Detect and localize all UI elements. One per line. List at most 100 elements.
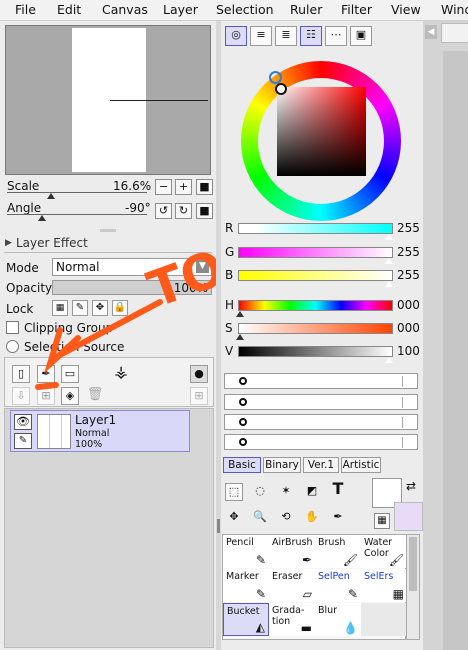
splitter-grip[interactable] bbox=[217, 519, 220, 533]
tab-basic[interactable]: Basic bbox=[223, 457, 261, 473]
saturation-value: 000 bbox=[397, 321, 420, 335]
magic-wand-icon[interactable]: ✶ bbox=[277, 483, 295, 501]
brush-dot-icon bbox=[239, 438, 247, 446]
brush-cell[interactable]: SelPen ✎ bbox=[315, 569, 361, 602]
scale-slider[interactable] bbox=[7, 192, 147, 193]
zoom-reset-button[interactable]: ■ bbox=[196, 179, 213, 195]
red-value: 255 bbox=[397, 221, 420, 235]
brush-cell[interactable]: Water Color 🖌 bbox=[361, 535, 407, 568]
menu-window[interactable]: Wind bbox=[441, 2, 468, 17]
bucket-icon: ◭ bbox=[255, 620, 265, 634]
red-slider[interactable] bbox=[238, 223, 393, 234]
scrollbar-thumb[interactable] bbox=[409, 537, 417, 591]
navigator-preview[interactable] bbox=[5, 25, 211, 175]
zoom-tool-icon[interactable]: 🔍 bbox=[251, 509, 269, 527]
brush-label: Blur bbox=[318, 605, 338, 616]
rotate-tool-icon[interactable]: ⟲ bbox=[277, 509, 295, 527]
brush-blending-memory-slider[interactable] bbox=[224, 414, 418, 430]
color-palette-mode-icon[interactable]: ☷ bbox=[300, 26, 322, 46]
menu-filter[interactable]: Filter bbox=[341, 2, 372, 17]
brush-cell[interactable]: Bucket ◭ bbox=[223, 603, 269, 636]
swap-colors-icon[interactable]: ⇄ bbox=[406, 479, 416, 493]
green-slider[interactable] bbox=[238, 247, 393, 258]
tab-binary[interactable]: Binary bbox=[263, 457, 301, 473]
layer-row[interactable]: 👁 ✎ Layer1 Normal 100% bbox=[10, 410, 190, 452]
brush-cell[interactable]: Marker ✎ bbox=[223, 569, 269, 602]
eyedropper-icon[interactable]: ✒ bbox=[329, 509, 347, 527]
menu-edit[interactable]: Edit bbox=[57, 2, 81, 17]
brush-size-memory-slider[interactable] bbox=[224, 373, 418, 389]
rotate-reset-button[interactable]: ■ bbox=[196, 203, 213, 219]
green-value: 255 bbox=[397, 245, 420, 259]
pencil-icon[interactable]: ✎ bbox=[14, 433, 32, 449]
menu-layer[interactable]: Layer bbox=[163, 2, 198, 17]
canvas-tab[interactable] bbox=[441, 23, 468, 43]
brush-label: SelPen bbox=[318, 571, 350, 582]
secondary-color-swatch[interactable] bbox=[394, 502, 423, 531]
blue-slider-thumb[interactable] bbox=[385, 281, 393, 287]
brush-density-memory-slider[interactable] bbox=[224, 394, 418, 410]
scale-slider-thumb[interactable] bbox=[47, 193, 55, 199]
zoom-in-button[interactable]: + bbox=[175, 179, 192, 195]
lasso-icon[interactable]: ◌ bbox=[251, 483, 269, 501]
blur-icon: 💧 bbox=[343, 621, 358, 635]
menu-view[interactable]: View bbox=[391, 2, 421, 17]
green-slider-thumb[interactable] bbox=[385, 258, 393, 264]
saturation-slider[interactable] bbox=[238, 323, 393, 334]
menu-file[interactable]: File bbox=[15, 2, 36, 17]
layer-mode: Normal bbox=[75, 428, 110, 439]
brush-cell[interactable]: Brush 🖌 bbox=[315, 535, 361, 568]
hand-tool-icon[interactable]: ✋ bbox=[303, 509, 321, 527]
tab-artistic[interactable]: Artistic bbox=[341, 457, 381, 473]
menu-selection[interactable]: Selection bbox=[216, 2, 274, 17]
brush-dot-icon bbox=[239, 398, 247, 406]
text-tool-icon[interactable]: T bbox=[329, 481, 347, 499]
brush-cell[interactable]: Pencil ✎ bbox=[223, 535, 269, 568]
swatches-mode-icon[interactable]: ⋯ bbox=[325, 26, 347, 46]
brush-label: Pencil bbox=[226, 537, 254, 548]
brush-cell[interactable]: Grada-tion ▬ bbox=[269, 603, 315, 636]
watercolor-icon: 🖌 bbox=[388, 553, 404, 567]
rotate-right-button[interactable]: ↻ bbox=[175, 203, 192, 219]
brush-label: SelErs bbox=[364, 571, 394, 582]
menu-ruler[interactable]: Ruler bbox=[290, 2, 322, 17]
saturation-value-square[interactable] bbox=[277, 87, 366, 176]
tab-ver1[interactable]: Ver.1 bbox=[303, 457, 339, 473]
brush-dot-icon bbox=[239, 377, 247, 385]
sv-marker[interactable] bbox=[275, 83, 287, 95]
rotate-left-button[interactable]: ↺ bbox=[155, 203, 172, 219]
red-slider-thumb[interactable] bbox=[385, 234, 393, 240]
brush-cell[interactable]: Blur 💧 bbox=[315, 603, 361, 636]
canvas-viewport[interactable] bbox=[443, 51, 468, 650]
scale-value: 16.6% bbox=[113, 179, 152, 193]
value-slider-thumb[interactable] bbox=[385, 357, 393, 363]
hue-slider-thumb[interactable] bbox=[236, 311, 244, 317]
value-slider[interactable] bbox=[238, 346, 393, 357]
brush-grid-scrollbar[interactable] bbox=[406, 534, 420, 640]
scroll-left-icon[interactable]: ◀ bbox=[425, 25, 437, 39]
zoom-out-button[interactable]: − bbox=[155, 179, 172, 195]
eye-icon[interactable]: 👁 bbox=[14, 414, 32, 430]
rect-select-icon[interactable]: ⬚ bbox=[225, 483, 243, 501]
blue-value: 255 bbox=[397, 268, 420, 282]
eraser-icon: ▱ bbox=[302, 587, 312, 601]
color-wheel-mode-icon[interactable]: ◎ bbox=[225, 26, 247, 46]
shape-tool-icon[interactable]: ◩ bbox=[303, 483, 321, 501]
rgb-slider-mode-icon[interactable]: ≡ bbox=[250, 26, 272, 46]
brush-cell[interactable]: AirBrush ✒ bbox=[269, 535, 315, 568]
brush-dilution-memory-slider[interactable] bbox=[224, 434, 418, 450]
hsv-slider-mode-icon[interactable]: ≣ bbox=[275, 26, 297, 46]
angle-slider[interactable] bbox=[7, 214, 147, 215]
blue-slider[interactable] bbox=[238, 270, 393, 281]
brush-cell[interactable]: SelErs ▦ bbox=[361, 569, 407, 602]
scratchpad-mode-icon[interactable]: ▣ bbox=[350, 26, 372, 46]
saturation-slider-thumb[interactable] bbox=[236, 334, 244, 340]
brush-cell[interactable]: Eraser ▱ bbox=[269, 569, 315, 602]
annotation-underline bbox=[35, 382, 59, 390]
menu-canvas[interactable]: Canvas bbox=[102, 2, 148, 17]
slider-tick bbox=[402, 376, 403, 387]
brush-label: Eraser bbox=[272, 571, 303, 582]
move-tool-icon[interactable]: ✥ bbox=[225, 509, 243, 527]
hue-slider[interactable] bbox=[238, 300, 393, 311]
transparent-color-icon[interactable]: ▦ bbox=[374, 513, 390, 529]
